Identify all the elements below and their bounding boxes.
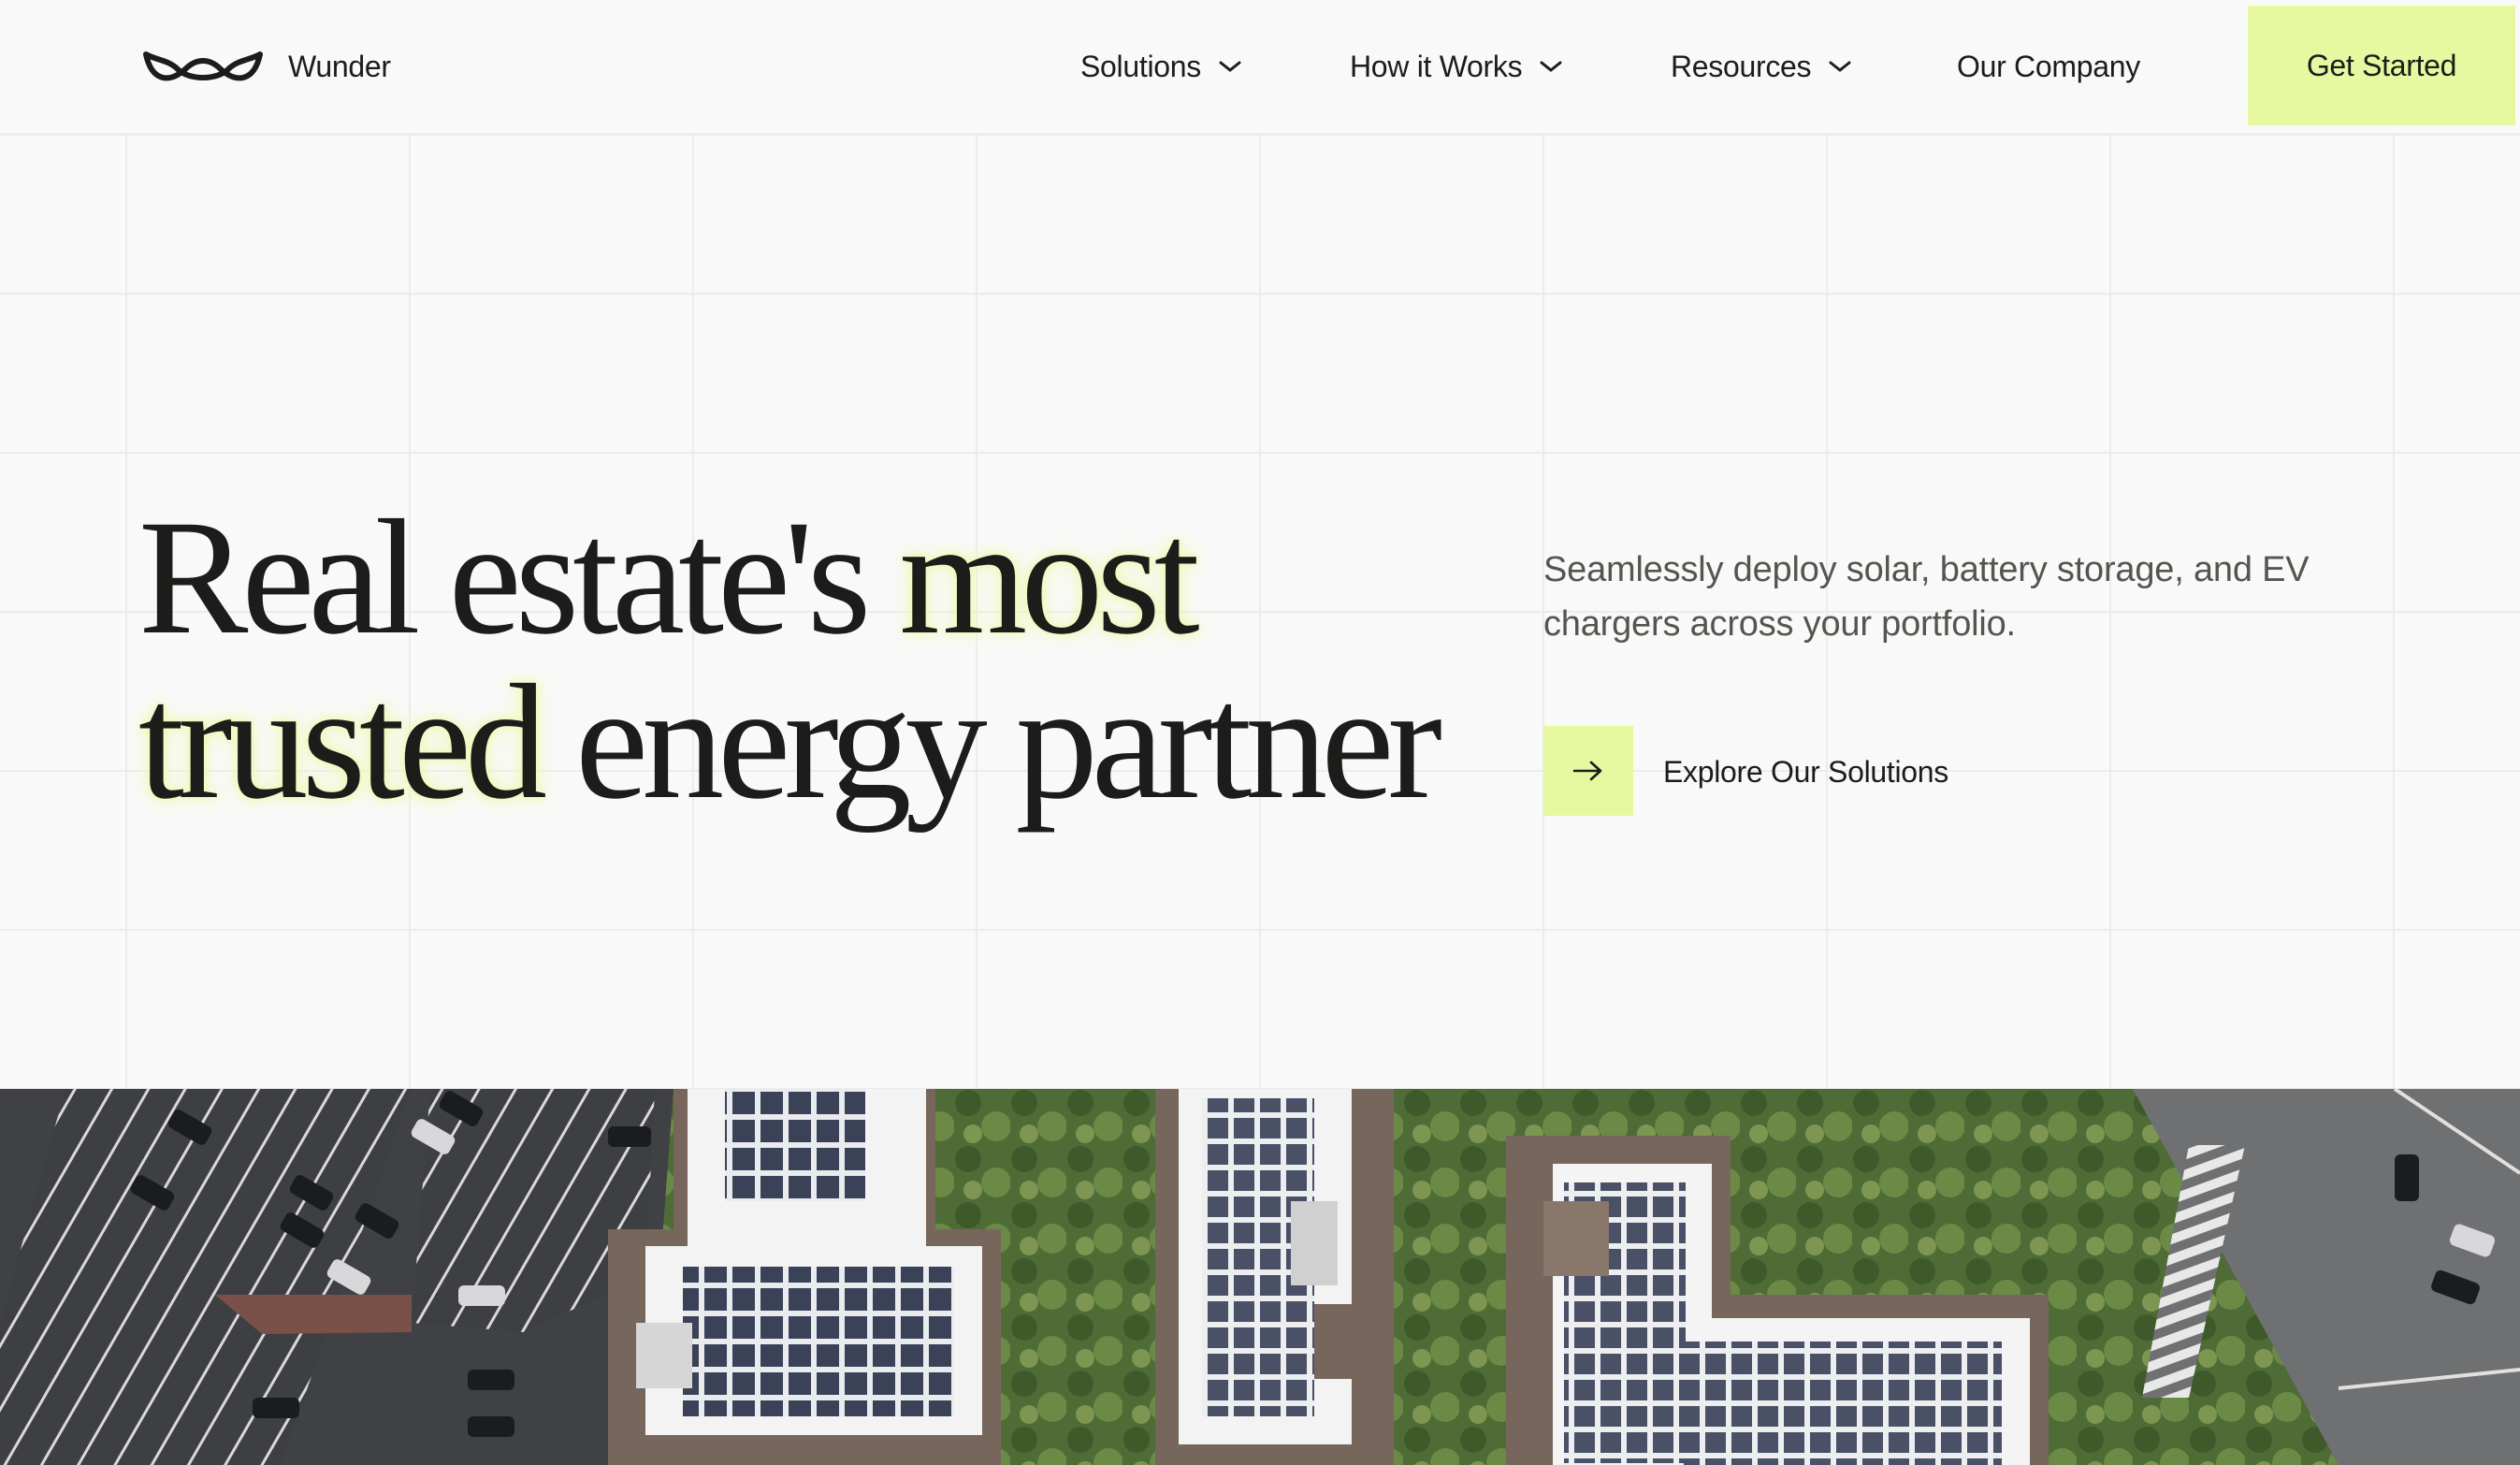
chevron-down-icon (1829, 61, 1851, 72)
nav-resources-label: Resources (1671, 49, 1812, 83)
headline-highlight-most: most (899, 486, 1199, 669)
explore-arrow-button[interactable] (1543, 726, 1633, 816)
aerial-photo-illustration (0, 1089, 2520, 1465)
nav-resources[interactable]: Resources (1671, 43, 1852, 90)
nav-solutions-label: Solutions (1080, 49, 1201, 83)
get-started-button[interactable]: Get Started (2248, 6, 2515, 125)
explore-solutions-link[interactable]: Explore Our Solutions (1663, 748, 1948, 795)
nav-how-it-works[interactable]: How it Works (1350, 43, 1563, 90)
site-header: Wunder Solutions How it Works Resources … (0, 0, 2520, 135)
headline-line-2: trusted energy partner (138, 660, 1542, 825)
headline-highlight-trusted: trusted (138, 651, 547, 834)
hero-subtext: Seamlessly deploy solar, battery storage… (1543, 550, 2310, 644)
arrow-right-icon (1572, 761, 1602, 781)
hero-headline: Real estate's most trusted energy partne… (138, 496, 1542, 825)
headline-line-1: Real estate's most (138, 496, 1542, 660)
aerial-solar-rooftops-image (0, 1089, 2520, 1465)
headline-text-2: energy partner (541, 651, 1442, 834)
chevron-down-icon (1540, 61, 1562, 72)
nav-our-company[interactable]: Our Company (1957, 43, 2140, 90)
nav-solutions[interactable]: Solutions (1080, 43, 1242, 90)
nav-how-it-works-label: How it Works (1350, 49, 1523, 83)
headline-text-1: Real estate's (138, 486, 900, 669)
nav-our-company-label: Our Company (1957, 49, 2140, 83)
infinity-wave-icon (143, 51, 263, 81)
chevron-down-icon (1219, 61, 1241, 72)
brand-name: Wunder (288, 49, 391, 83)
logo[interactable]: Wunder (140, 43, 391, 90)
